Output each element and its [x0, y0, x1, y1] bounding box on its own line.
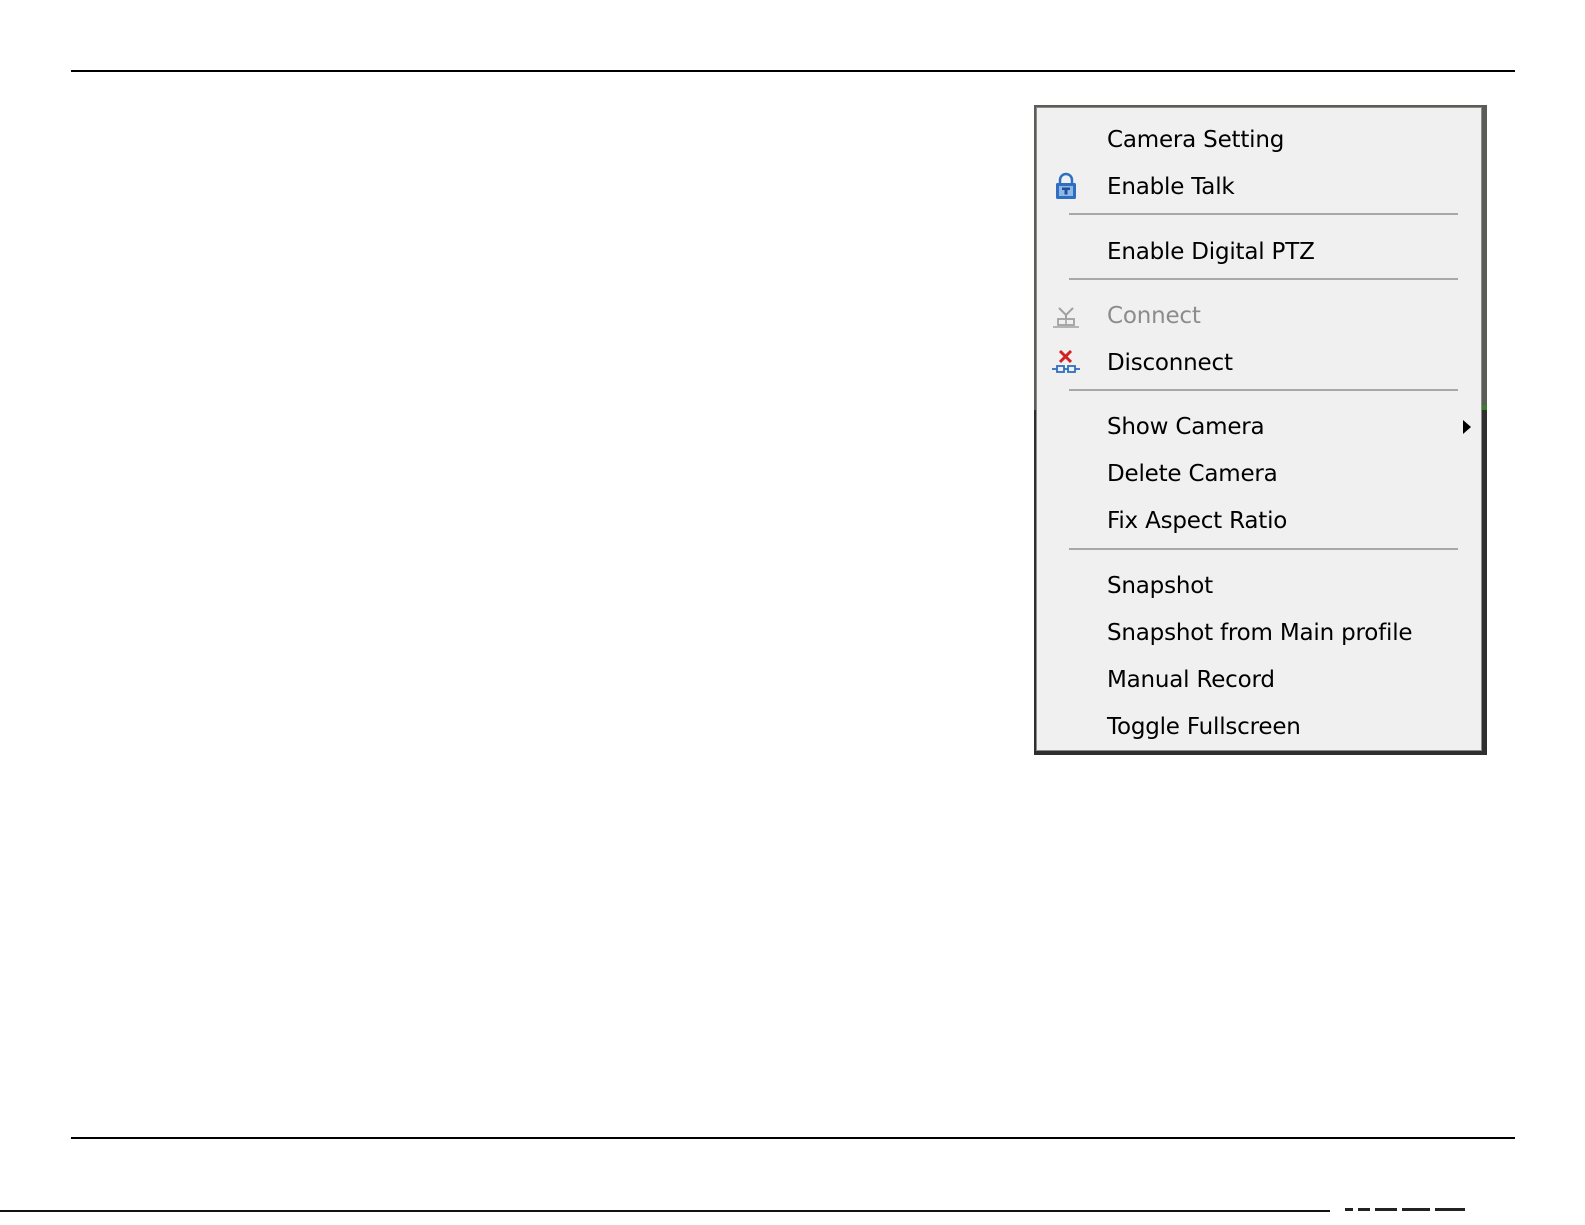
menu-item-label: Connect: [1107, 302, 1201, 329]
menu-item-show-camera[interactable]: Show Camera: [1037, 403, 1481, 450]
menu-item-enable-talk[interactable]: Enable Talk: [1037, 163, 1481, 210]
menu-item-label: Fix Aspect Ratio: [1107, 507, 1288, 534]
menu-item-label: Manual Record: [1107, 666, 1275, 693]
menu-separator: [1069, 213, 1458, 215]
menu-item-snapshot-main-profile[interactable]: Snapshot from Main profile: [1037, 609, 1481, 656]
menu-separator: [1069, 389, 1458, 391]
menu-item-label: Snapshot from Main profile: [1107, 619, 1413, 646]
menu-item-snapshot[interactable]: Snapshot: [1037, 562, 1481, 609]
menu-item-toggle-fullscreen[interactable]: Toggle Fullscreen: [1037, 703, 1481, 750]
disconnect-icon: [1049, 346, 1083, 380]
menu-item-disconnect[interactable]: Disconnect: [1037, 339, 1481, 386]
camera-video-edge: [1482, 405, 1487, 410]
menu-item-enable-digital-ptz[interactable]: Enable Digital PTZ: [1037, 228, 1481, 275]
menu-item-label: Enable Digital PTZ: [1107, 238, 1315, 265]
menu-item-label: Toggle Fullscreen: [1107, 713, 1301, 740]
page-bottom-marks: [1345, 1208, 1465, 1211]
page-bottom-edge: [0, 1210, 1330, 1212]
menu-item-label: Delete Camera: [1107, 460, 1278, 487]
connect-icon: [1049, 299, 1083, 333]
menu-item-camera-setting[interactable]: Camera Setting: [1037, 116, 1481, 163]
menu-item-fix-aspect-ratio[interactable]: Fix Aspect Ratio: [1037, 497, 1481, 544]
submenu-arrow-icon: [1463, 419, 1471, 434]
header-rule: [71, 70, 1515, 72]
menu-item-label: Disconnect: [1107, 349, 1233, 376]
menu-item-delete-camera[interactable]: Delete Camera: [1037, 450, 1481, 497]
menu-item-connect[interactable]: Connect: [1037, 292, 1481, 339]
context-menu: Camera Setting Enable Talk Enable Digita…: [1036, 107, 1482, 751]
lock-talk-icon: [1049, 170, 1083, 204]
menu-item-label: Show Camera: [1107, 413, 1265, 440]
menu-item-label: Camera Setting: [1107, 126, 1285, 153]
menu-separator: [1069, 278, 1458, 280]
menu-separator: [1069, 548, 1458, 550]
context-menu-screenshot: Camera Setting Enable Talk Enable Digita…: [1034, 105, 1487, 755]
menu-item-label: Enable Talk: [1107, 173, 1235, 200]
footer-rule: [71, 1137, 1515, 1139]
menu-item-manual-record[interactable]: Manual Record: [1037, 656, 1481, 703]
menu-item-label: Snapshot: [1107, 572, 1213, 599]
